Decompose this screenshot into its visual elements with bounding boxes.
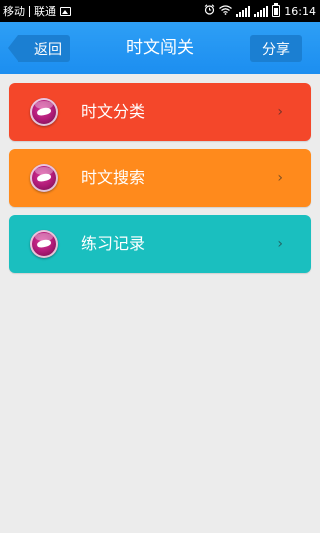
badge-icon — [30, 98, 58, 126]
app-screen: 移动 联通 16:14 时文闯关 返回 分享 时文分类 › 时文搜索 › 练习记… — [0, 0, 320, 533]
menu-item-label: 时文分类 — [81, 102, 146, 121]
image-notification-icon — [60, 6, 71, 16]
badge-icon — [30, 164, 58, 192]
menu-item-category[interactable]: 时文分类 › — [9, 83, 311, 141]
menu-item-records[interactable]: 练习记录 › — [9, 215, 311, 273]
signal-icon-1 — [236, 5, 251, 17]
signal-icon-2 — [254, 5, 269, 17]
wifi-icon — [219, 4, 233, 18]
status-left: 移动 联通 — [0, 3, 71, 19]
alarm-icon — [204, 4, 215, 18]
menu-item-label: 时文搜索 — [81, 168, 146, 187]
status-divider — [29, 5, 30, 17]
share-button[interactable]: 分享 — [250, 35, 302, 62]
chevron-right-icon: › — [277, 104, 283, 120]
menu-item-search[interactable]: 时文搜索 › — [9, 149, 311, 207]
title-bar: 时文闯关 返回 分享 — [0, 22, 320, 74]
chevron-right-icon: › — [277, 236, 283, 252]
carrier-1: 移动 — [3, 5, 25, 18]
menu-list: 时文分类 › 时文搜索 › 练习记录 › — [9, 83, 311, 281]
badge-icon — [30, 230, 58, 258]
status-bar: 移动 联通 16:14 — [0, 0, 320, 22]
menu-item-label: 练习记录 — [81, 234, 146, 253]
battery-icon — [272, 3, 281, 17]
back-button[interactable]: 返回 — [8, 35, 70, 62]
status-time: 16:14 — [284, 4, 316, 18]
chevron-right-icon: › — [277, 170, 283, 186]
status-right: 16:14 — [204, 3, 320, 18]
carrier-2: 联通 — [34, 5, 56, 18]
